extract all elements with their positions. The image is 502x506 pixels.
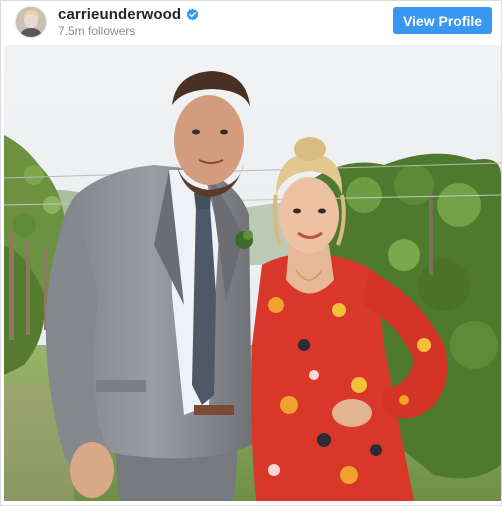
username-link[interactable]: carrieunderwood xyxy=(58,6,181,23)
post-header: carrieunderwood 7.5m followers View Prof… xyxy=(1,1,501,45)
verified-badge-icon xyxy=(186,8,199,21)
view-profile-button[interactable]: View Profile xyxy=(393,7,492,34)
avatar-image xyxy=(16,7,46,37)
post-photo[interactable] xyxy=(4,45,501,501)
profile-avatar[interactable] xyxy=(15,6,47,38)
follower-count: 7.5m followers xyxy=(58,24,136,38)
post-photo-image xyxy=(4,45,501,501)
instagram-embed-card: carrieunderwood 7.5m followers View Prof… xyxy=(0,0,502,506)
username-row: carrieunderwood xyxy=(58,6,199,23)
